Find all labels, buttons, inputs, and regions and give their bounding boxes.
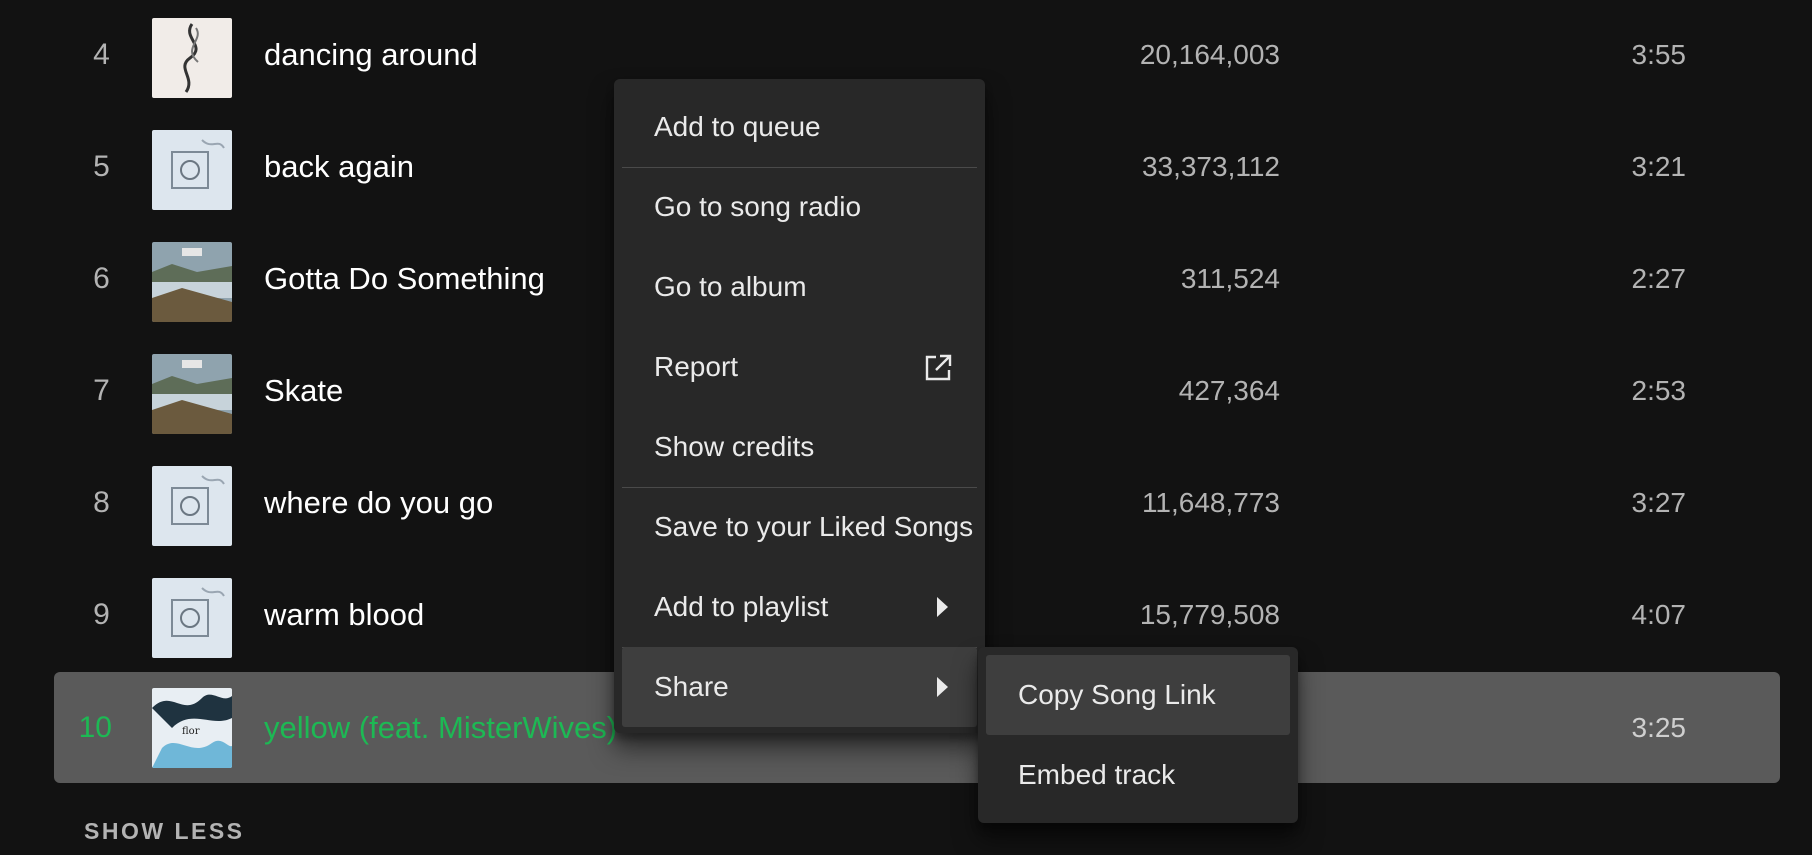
menu-item-label: Share [654, 671, 729, 702]
menu-item-report[interactable]: Report [622, 327, 977, 407]
album-cover-image [152, 242, 232, 322]
menu-item-label: Go to song radio [654, 191, 862, 222]
track-title[interactable]: Gotta Do Something [264, 227, 545, 331]
track-duration: 3:21 [1631, 151, 1687, 182]
play-count: 20,164,003 [1139, 39, 1280, 70]
track-number: 8 [93, 486, 110, 519]
track-number: 7 [93, 374, 110, 407]
album-cover-image: flor [152, 688, 232, 768]
chevron-right-icon [937, 677, 948, 697]
track-number: 10 [78, 710, 112, 744]
menu-item-label: Report [654, 351, 739, 382]
menu-item-add-to-playlist[interactable]: Add to playlist [622, 567, 977, 647]
album-cover-image [152, 578, 232, 658]
menu-item-show-credits[interactable]: Show credits [622, 407, 977, 487]
menu-item-copy-song-link[interactable]: Copy Song Link [986, 655, 1290, 735]
menu-item-label: Save to your Liked Songs [654, 511, 974, 542]
share-submenu: Copy Song Link Embed track [978, 647, 1298, 823]
svg-text:flor: flor [182, 726, 200, 737]
menu-item-embed-track[interactable]: Embed track [986, 735, 1290, 815]
play-count: 11,648,773 [1141, 487, 1280, 518]
chevron-right-icon [937, 597, 948, 617]
menu-item-song-radio[interactable]: Go to song radio [622, 167, 977, 247]
track-title[interactable]: back again [264, 115, 414, 219]
track-number: 4 [93, 38, 110, 71]
album-cover-image [152, 354, 232, 434]
play-count: 427,364 [1178, 375, 1280, 406]
menu-item-go-to-album[interactable]: Go to album [622, 247, 977, 327]
track-duration: 4:07 [1631, 599, 1687, 630]
track-title[interactable]: yellow (feat. MisterWives) [264, 672, 617, 783]
external-link-icon [925, 354, 952, 381]
menu-item-label: Add to queue [654, 111, 821, 142]
menu-item-label: Copy Song Link [1018, 679, 1216, 710]
track-duration: 2:53 [1631, 375, 1687, 406]
menu-item-share[interactable]: Share [622, 647, 977, 727]
play-count: 33,373,112 [1141, 151, 1280, 182]
menu-item-label: Add to playlist [654, 591, 829, 622]
track-title[interactable]: dancing around [264, 3, 478, 107]
album-cover-image [152, 18, 232, 98]
menu-item-label: Show credits [654, 431, 815, 462]
play-count: 311,524 [1180, 263, 1280, 294]
album-cover-image [152, 130, 232, 210]
track-number: 6 [93, 262, 110, 295]
track-duration: 2:27 [1631, 263, 1687, 294]
track-context-menu: Add to queue Go to song radio Go to albu… [614, 79, 985, 733]
track-duration: 3:25 [1631, 711, 1687, 743]
track-duration: 3:27 [1631, 487, 1687, 518]
track-number: 5 [93, 150, 110, 183]
show-less-button[interactable]: SHOW LESS [84, 818, 245, 845]
menu-item-label: Go to album [654, 271, 807, 302]
track-duration: 3:55 [1631, 39, 1687, 70]
track-number: 9 [93, 598, 110, 631]
track-title[interactable]: warm blood [264, 563, 424, 667]
menu-item-add-to-queue[interactable]: Add to queue [622, 87, 977, 167]
album-cover-image [152, 466, 232, 546]
track-title[interactable]: where do you go [264, 451, 493, 555]
menu-item-label: Embed track [1018, 759, 1176, 790]
menu-item-save-liked-songs[interactable]: Save to your Liked Songs [622, 487, 977, 567]
track-title[interactable]: Skate [264, 339, 343, 443]
